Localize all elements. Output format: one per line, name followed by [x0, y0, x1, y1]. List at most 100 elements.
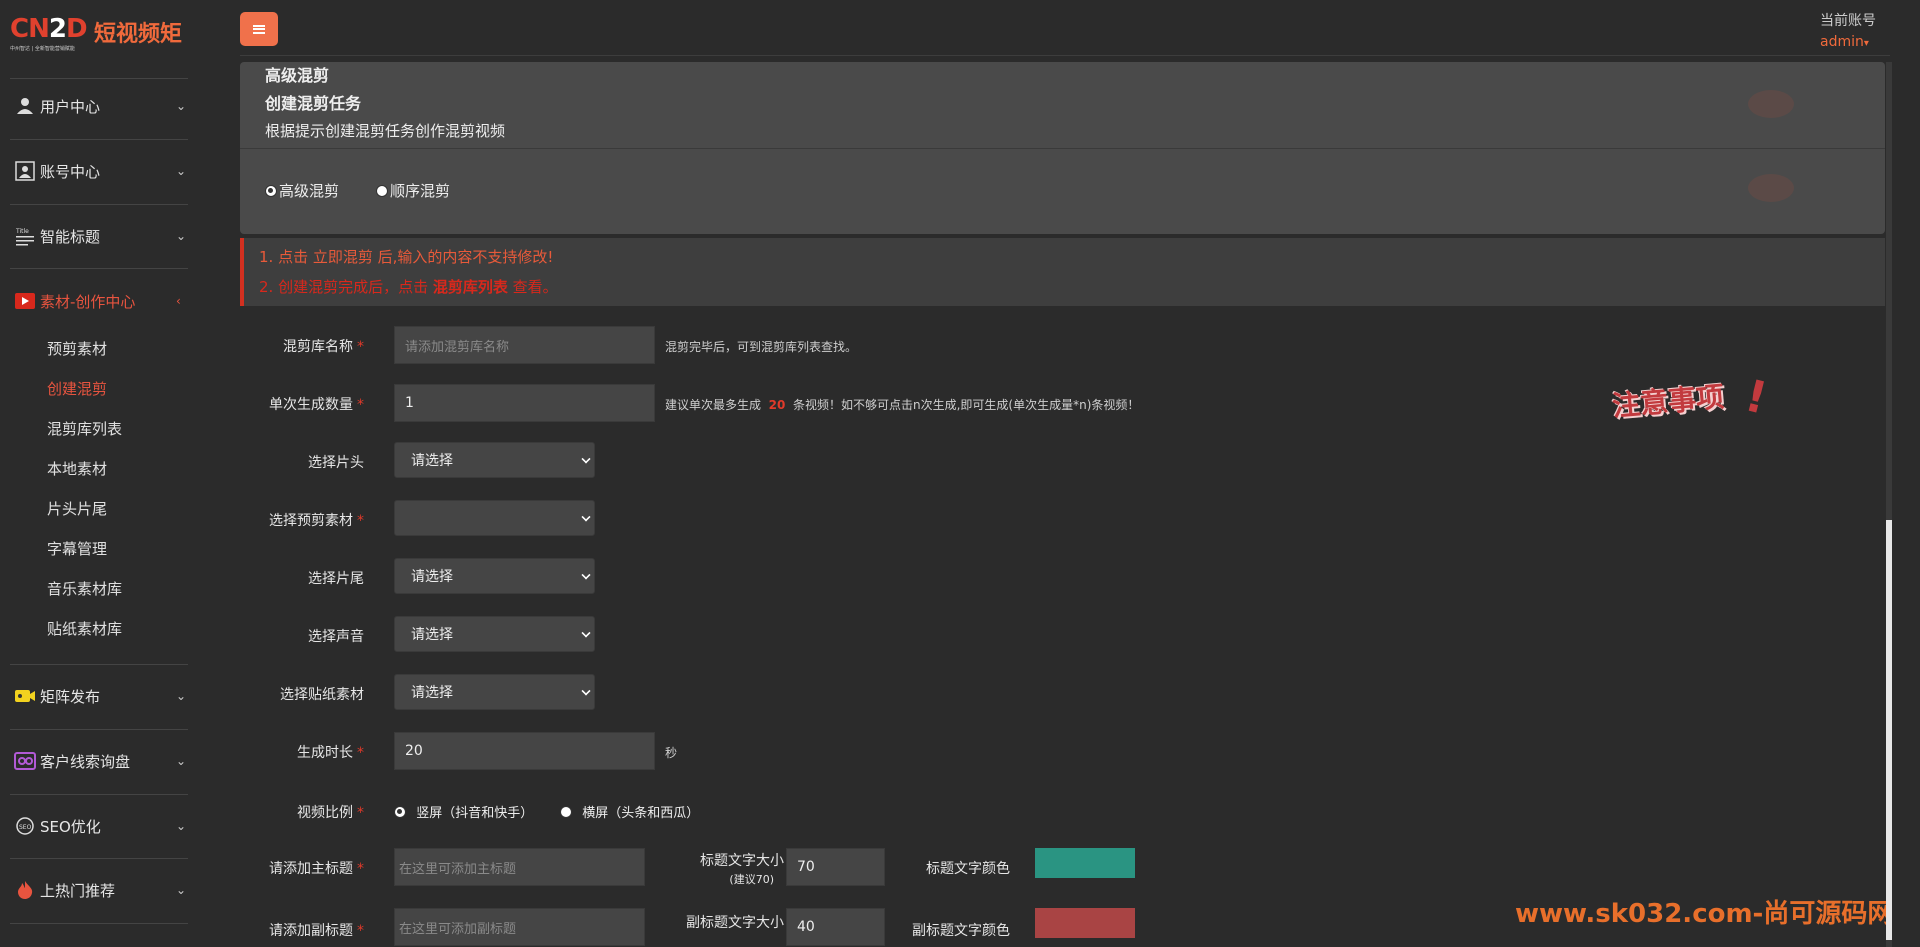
radio-unchecked-icon — [560, 805, 572, 818]
sub-title-input[interactable]: 在这里可添加副标题 — [394, 908, 645, 946]
notice-line-2: 2. 创建混剪完成后，点击 混剪库列表 查看。 — [259, 278, 558, 296]
sidebar-item-material-creation[interactable]: 素材-创作中心 ‹ — [0, 281, 192, 321]
scrollbar-thumb[interactable] — [1886, 520, 1892, 940]
radio-checked-icon — [265, 184, 277, 197]
sub-title-color-picker[interactable] — [1035, 908, 1135, 938]
sidebar: CN2D 短视频矩 中州智达 | 全新智能营销赋能 用户中心 ⌄ 账号中心 ⌄ … — [0, 0, 192, 947]
outro-label: 选择片尾 — [308, 571, 364, 587]
outro-select[interactable]: 请选择 — [394, 558, 595, 594]
chevron-down-icon: ⌄ — [176, 754, 187, 768]
sidebar-subitem-music[interactable]: 音乐素材库 — [47, 578, 122, 599]
radio-unchecked-icon — [376, 184, 388, 197]
intro-label: 选择片头 — [308, 455, 364, 471]
logo-tagline: 中州智达 | 全新智能营销赋能 — [10, 46, 75, 52]
account-icon — [14, 160, 36, 182]
name-label: 混剪库名称 * — [283, 339, 364, 355]
svg-text:SEO: SEO — [19, 824, 32, 831]
divider — [240, 148, 1885, 149]
voice-label: 选择声音 — [308, 629, 364, 645]
watermark: www.sk032.com-尚可源码网 — [1515, 899, 1894, 929]
chevron-down-icon: ⌄ — [176, 819, 187, 833]
ratio-radio-horizontal[interactable]: 横屏（头条和西瓜） — [560, 802, 699, 821]
sidebar-item-label: 素材-创作中心 — [40, 292, 136, 311]
sidebar-item-matrix-publish[interactable]: 矩阵发布 ⌄ — [0, 676, 192, 716]
sidebar-item-seo[interactable]: SEO SEO优化 ⌄ — [0, 806, 192, 846]
main-title-input[interactable]: 在这里可添加主标题 — [394, 848, 645, 886]
inquiry-icon — [14, 750, 36, 772]
page-subtitle: 创建混剪任务 — [265, 94, 362, 113]
chevron-down-icon: ⌄ — [176, 229, 187, 243]
sidebar-subitem-stickers[interactable]: 贴纸素材库 — [47, 618, 122, 639]
sub-title-size-input[interactable]: 40 — [786, 908, 885, 946]
mode-radio-advanced[interactable]: 高级混剪 — [265, 180, 339, 201]
sub-title-label: 请添加副标题 * — [269, 923, 364, 939]
intro-select[interactable]: 请选择 — [394, 442, 595, 478]
sidebar-item-label: 账号中心 — [40, 162, 101, 181]
logo: CN2D 短视频矩 中州智达 | 全新智能营销赋能 — [10, 14, 190, 54]
sidebar-item-label: SEO优化 — [40, 817, 101, 836]
main-title-color-picker[interactable] — [1035, 848, 1135, 878]
account-label: 当前账号 — [1820, 13, 1876, 29]
chevron-down-icon — [581, 686, 591, 696]
sidebar-subitem-create-mix[interactable]: 创建混剪 — [47, 378, 107, 399]
title-icon: Title — [14, 225, 36, 247]
exclamation-icon: ! — [1740, 370, 1772, 425]
sub-size-label: 副标题文字大小 — [686, 915, 784, 931]
current-account: 当前账号 admin▾ — [1820, 10, 1876, 50]
sidebar-item-hot-recommend[interactable]: 上热门推荐 ⌄ — [0, 870, 192, 910]
voice-select[interactable]: 请选择 — [394, 616, 595, 652]
mix-library-name-input[interactable]: 请添加混剪库名称 — [394, 326, 655, 364]
count-hint: 建议单次最多生成 20 条视频！如不够可点击n次生成,即可生成(单次生成量*n)… — [665, 398, 1140, 412]
sidebar-subitem-mix-library[interactable]: 混剪库列表 — [47, 418, 122, 439]
sidebar-item-label: 矩阵发布 — [40, 687, 101, 706]
page-header-panel: 高级混剪 创建混剪任务 根据提示创建混剪任务创作混剪视频 高级混剪 顺序混剪 — [240, 62, 1885, 234]
logo-mark: CN2D — [10, 14, 88, 44]
duration-input[interactable]: 20 — [394, 732, 655, 770]
generate-count-input[interactable]: 1 — [394, 384, 655, 422]
sidebar-subitem-subtitles[interactable]: 字幕管理 — [47, 538, 107, 559]
sidebar-item-account-center[interactable]: 账号中心 ⌄ — [0, 151, 192, 191]
svg-text:Title: Title — [15, 228, 29, 235]
main-color-label: 标题文字颜色 — [926, 861, 1010, 877]
sidebar-subitem-pre-cut[interactable]: 预剪素材 — [47, 338, 107, 359]
chevron-down-icon — [581, 628, 591, 638]
divider — [10, 794, 188, 795]
sidebar-item-customer-leads[interactable]: 客户线索询盘 ⌄ — [0, 741, 192, 781]
sidebar-item-smart-title[interactable]: Title 智能标题 ⌄ — [0, 216, 192, 256]
sidebar-subitem-local-material[interactable]: 本地素材 — [47, 458, 107, 479]
material-select[interactable] — [394, 500, 595, 536]
chevron-down-icon: ⌄ — [176, 99, 187, 113]
divider — [10, 923, 188, 924]
mix-library-link[interactable]: 混剪库列表 — [433, 278, 508, 296]
logo-brand: 短视频矩 — [94, 22, 183, 47]
chevron-down-icon: ⌄ — [176, 689, 187, 703]
sidebar-subitem-intro-outro[interactable]: 片头片尾 — [47, 498, 107, 519]
main-title-size-input[interactable]: 70 — [786, 848, 885, 886]
sidebar-item-label: 上热门推荐 — [40, 881, 116, 900]
page-title: 高级混剪 — [265, 66, 330, 85]
divider — [240, 55, 1890, 56]
ratio-radio-vertical[interactable]: 竖屏（抖音和快手） — [394, 802, 533, 821]
duration-label: 生成时长 * — [297, 745, 364, 761]
account-dropdown[interactable]: admin▾ — [1820, 34, 1876, 50]
mode-radio-sequence[interactable]: 顺序混剪 — [376, 180, 450, 201]
chevron-down-icon — [581, 512, 591, 522]
sidebar-item-user-center[interactable]: 用户中心 ⌄ — [0, 86, 192, 126]
main-size-note: (建议70) — [729, 873, 774, 886]
sticker-select[interactable]: 请选择 — [394, 674, 595, 710]
page-description: 根据提示创建混剪任务创作混剪视频 — [265, 122, 506, 140]
sidebar-item-label: 客户线索询盘 — [40, 752, 131, 771]
sidebar-item-label: 用户中心 — [40, 97, 101, 116]
divider — [10, 204, 188, 205]
decoration — [1748, 90, 1794, 118]
chevron-left-icon: ‹ — [176, 294, 181, 308]
sidebar-item-label: 智能标题 — [40, 227, 101, 246]
divider — [10, 268, 188, 269]
notice-box: 1. 点击 立即混剪 后,输入的内容不支持修改! 2. 创建混剪完成后，点击 混… — [240, 238, 1885, 306]
count-label: 单次生成数量 * — [269, 397, 364, 413]
menu-toggle-button[interactable] — [240, 12, 278, 46]
chevron-down-icon: ⌄ — [176, 883, 187, 897]
notice-stamp: 注意事项 ! — [1608, 362, 1772, 428]
user-icon — [14, 95, 36, 117]
divider — [10, 858, 188, 859]
